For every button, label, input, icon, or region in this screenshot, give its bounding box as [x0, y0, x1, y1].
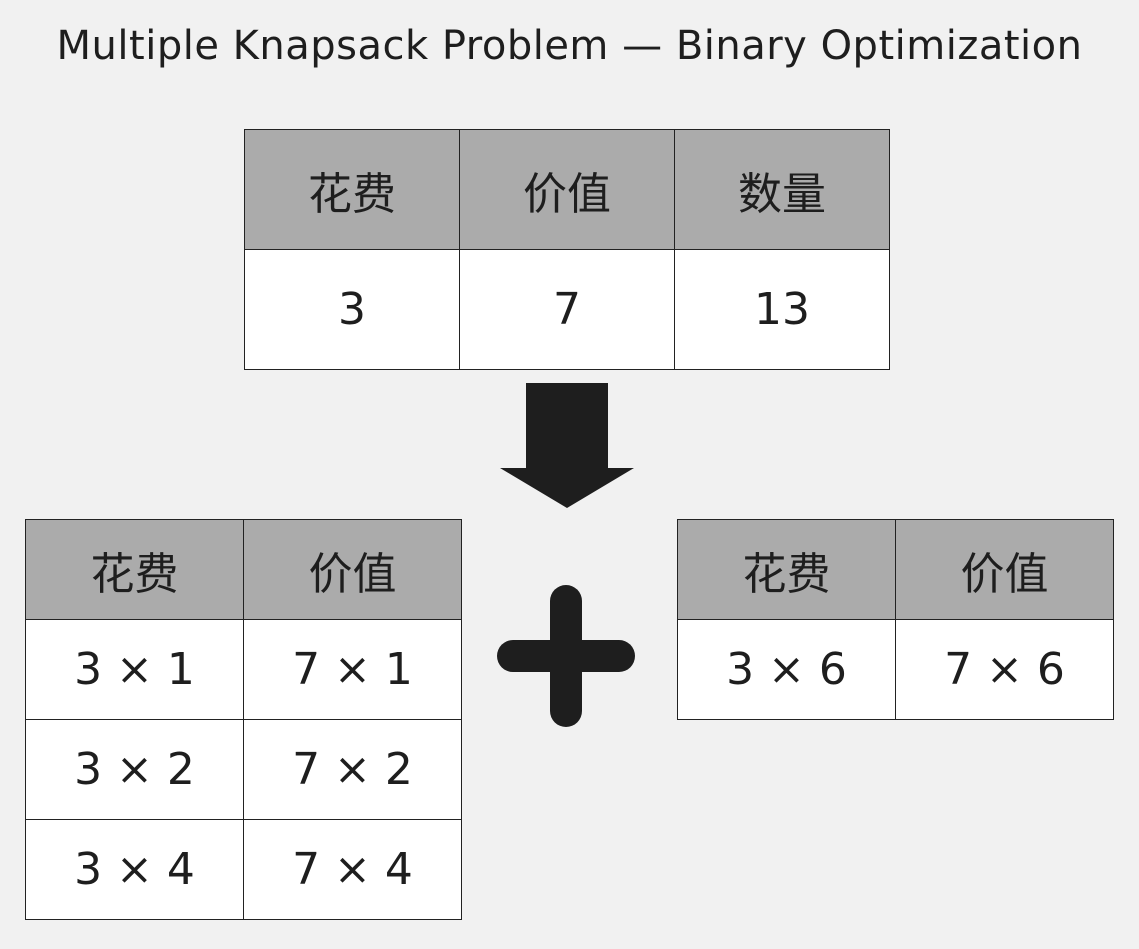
cell-value: 7 × 2 — [243, 719, 462, 820]
table-row: 3 × 6 7 × 6 — [677, 619, 1114, 720]
diagram-canvas: Multiple Knapsack Problem — Binary Optim… — [0, 0, 1139, 949]
table-row: 3 7 13 — [244, 249, 890, 370]
cell-value: 7 × 1 — [243, 619, 462, 720]
table-header-row: 花费 价值 — [677, 519, 1114, 620]
cell-cost: 3 × 2 — [25, 719, 244, 820]
table-header-row: 花费 价值 数量 — [244, 129, 890, 250]
cell-value: 7 — [459, 249, 675, 370]
down-arrow-icon — [500, 383, 634, 508]
table-row: 3 × 4 7 × 4 — [25, 819, 462, 920]
cell-cost: 3 × 1 — [25, 619, 244, 720]
table-header-row: 花费 价值 — [25, 519, 462, 620]
table-row: 3 × 2 7 × 2 — [25, 719, 462, 820]
header-value: 价值 — [459, 129, 675, 250]
header-cost: 花费 — [25, 519, 244, 620]
original-item-table: 花费 价值 数量 3 7 13 — [244, 129, 890, 370]
cell-cost: 3 — [244, 249, 460, 370]
cell-cost: 3 × 6 — [677, 619, 896, 720]
header-quantity: 数量 — [674, 129, 890, 250]
cell-cost: 3 × 4 — [25, 819, 244, 920]
table-row: 3 × 1 7 × 1 — [25, 619, 462, 720]
header-value: 价值 — [243, 519, 462, 620]
cell-value: 7 × 6 — [895, 619, 1114, 720]
binary-split-table: 花费 价值 3 × 1 7 × 1 3 × 2 7 × 2 3 × 4 7 × … — [25, 519, 462, 920]
cell-value: 7 × 4 — [243, 819, 462, 920]
plus-icon — [497, 585, 635, 727]
diagram-title: Multiple Knapsack Problem — Binary Optim… — [56, 23, 1083, 69]
header-cost: 花费 — [677, 519, 896, 620]
remainder-item-table: 花费 价值 3 × 6 7 × 6 — [677, 519, 1114, 720]
header-value: 价值 — [895, 519, 1114, 620]
header-cost: 花费 — [244, 129, 460, 250]
cell-quantity: 13 — [674, 249, 890, 370]
